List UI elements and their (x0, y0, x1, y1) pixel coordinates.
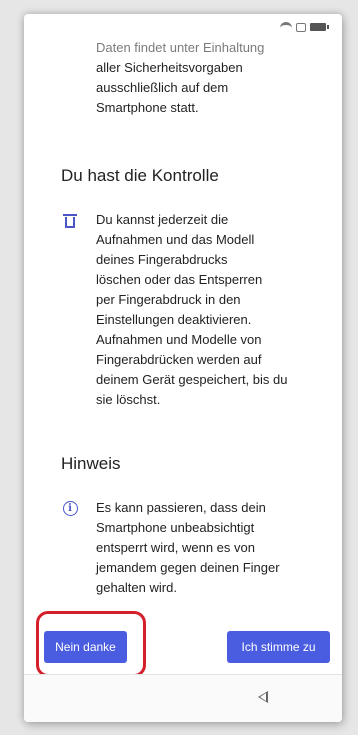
control-line: sie löschst. (96, 392, 161, 407)
intro-line: aller Sicherheitsvorgaben (96, 60, 243, 75)
battery-icon (310, 23, 329, 31)
intro-text: Daten findet unter Einhaltung aller Sich… (96, 38, 306, 118)
control-line: deinem Gerät gespeichert, bis du (96, 372, 288, 387)
control-heading: Du hast die Kontrolle (61, 166, 219, 185)
back-icon[interactable] (258, 691, 268, 703)
intro-line: Smartphone statt. (96, 100, 199, 115)
control-text: Du kannst jederzeit die Aufnahmen und da… (96, 210, 306, 410)
note-heading: Hinweis (61, 454, 121, 473)
navigation-bar (24, 675, 342, 722)
wifi-icon (280, 22, 292, 32)
trash-icon (61, 212, 79, 230)
control-line: Aufnahmen und Modelle von (96, 332, 262, 347)
note-line: Smartphone unbeabsichtigt (96, 520, 255, 535)
status-bar (24, 14, 342, 40)
control-line: löschen oder das Entsperren (96, 272, 263, 287)
control-line: Du kannst jederzeit die (96, 212, 229, 227)
note-text: Es kann passieren, dass dein Smartphone … (96, 498, 306, 598)
control-line: per Fingerabdruck in den (96, 292, 241, 307)
control-line: Aufnahmen und das Modell (96, 232, 255, 247)
control-line: deines Fingerabdrucks (96, 252, 228, 267)
intro-line: ausschließlich auf dem (96, 80, 229, 95)
intro-line: Daten findet unter Einhaltung (96, 40, 265, 55)
decline-button[interactable]: Nein danke (44, 631, 127, 663)
control-line: Fingerabdrücken werden auf (96, 352, 262, 367)
note-line: entsperrt wird, wenn es von (96, 540, 255, 555)
phone-screen: Daten findet unter Einhaltung aller Sich… (24, 14, 342, 722)
sim-icon (296, 22, 306, 32)
accept-button[interactable]: Ich stimme zu (227, 631, 330, 663)
note-line: gehalten wird. (96, 580, 177, 595)
info-icon: i (61, 499, 79, 517)
control-line: Einstellungen deaktivieren. (96, 312, 252, 327)
note-line: Es kann passieren, dass dein (96, 500, 266, 515)
note-line: jemandem gegen deinen Finger (96, 560, 280, 575)
